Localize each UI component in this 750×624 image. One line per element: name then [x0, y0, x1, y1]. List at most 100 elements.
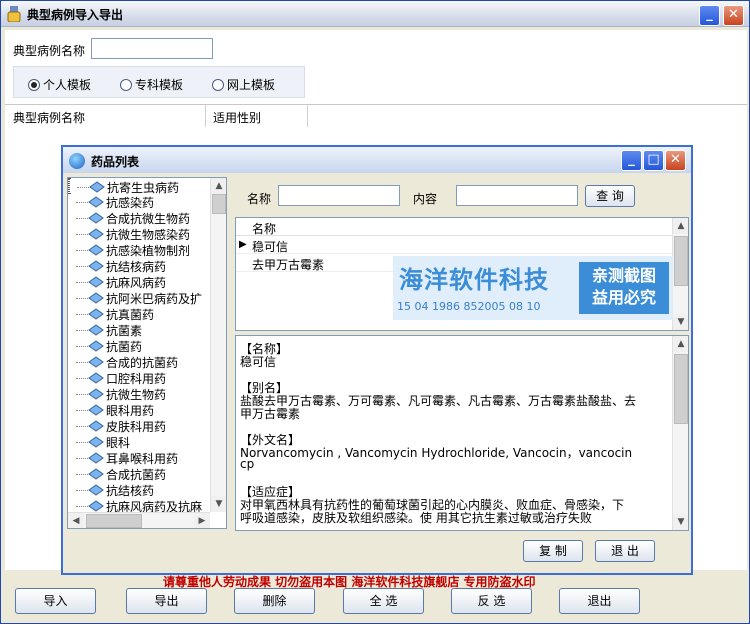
search-content-label: 内容 [413, 192, 438, 206]
list-cell: 去甲万古霉素 [252, 258, 325, 272]
drug-category-icon [88, 452, 104, 464]
list-vertical-scrollbar[interactable]: ▲ ▼ [672, 218, 688, 330]
watermark: 海洋软件科技 15 04 1986 852005 08 10 亲测截图 益用必究 [393, 256, 673, 320]
tree-node-label: 抗微生物药 [106, 388, 167, 402]
drug-category-icon [88, 212, 104, 224]
search-name-input[interactable] [278, 185, 400, 206]
dialog-title: 药品列表 [91, 155, 140, 169]
tree-node-label: 抗阿米巴病药及扩 [106, 292, 203, 306]
radio-label: 个人模板 [43, 78, 92, 92]
template-radio-group: 个人模板 专科模板 网上模板 [13, 66, 305, 98]
dialog-minimize-icon[interactable]: _ [621, 150, 642, 171]
tree-node-label: 合成的抗菌药 [106, 356, 179, 370]
radio-label: 网上模板 [227, 78, 276, 92]
drug-category-icon [88, 244, 104, 256]
detail-line: 稳可信 [240, 355, 277, 369]
case-name-input[interactable] [91, 38, 213, 59]
row-selector-icon: ▶ [239, 239, 247, 250]
drug-category-icon [88, 260, 104, 272]
detail-line: 呼吸道感染，皮肤及软组织感染。使 用其它抗生素过敏或治疗失败 [240, 511, 592, 525]
delete-button[interactable]: 删除 [234, 588, 315, 614]
tree-node-label: 眼科用药 [106, 404, 155, 418]
tree-node-label: 耳鼻喉科用药 [106, 452, 179, 466]
drug-category-icon [88, 420, 104, 432]
dialog-exit-button[interactable]: 退 出 [595, 540, 655, 562]
import-button[interactable]: 导入 [15, 588, 96, 614]
tree-node-label: 抗麻风病药 [106, 276, 167, 290]
tree-node[interactable]: 抗寄生虫病药 [68, 178, 179, 195]
scroll-down-icon[interactable]: ▼ [211, 496, 226, 512]
radio-dot-selected [28, 78, 40, 91]
dialog-close-icon[interactable]: ✕ [665, 150, 686, 171]
title-bar: 典型病例导入导出 _ ✕ [1, 1, 749, 27]
scroll-thumb[interactable] [674, 236, 688, 286]
window-title: 典型病例导入导出 [27, 8, 124, 22]
tree-node-label: 合成抗菌药 [106, 468, 167, 482]
exit-button[interactable]: 退出 [559, 588, 640, 614]
export-button[interactable]: 导出 [126, 588, 207, 614]
scroll-left-icon[interactable]: ◀ [68, 513, 84, 528]
tree-node-label: 抗结核病药 [106, 260, 167, 274]
scroll-up-icon[interactable]: ▲ [673, 218, 688, 234]
drug-category-icon [88, 308, 104, 320]
dialog-app-icon [69, 153, 85, 169]
column-divider [205, 105, 206, 127]
minimize-icon[interactable]: _ [699, 5, 720, 26]
drug-category-icon [88, 324, 104, 336]
radio-personal-template[interactable]: 个人模板 [28, 76, 91, 93]
select-all-button[interactable]: 全 选 [343, 588, 424, 614]
dialog-maximize-icon[interactable]: □ [643, 150, 664, 171]
scroll-up-icon[interactable]: ▲ [211, 178, 226, 194]
tree-horizontal-scrollbar[interactable]: ◀ ▶ [68, 512, 210, 528]
drug-category-icon [88, 228, 104, 240]
radio-specialty-template[interactable]: 专科模板 [120, 76, 183, 93]
tree-node-label: 抗感染药 [106, 196, 155, 210]
tree-node-label: 抗感染植物制剂 [106, 244, 191, 258]
detail-vertical-scrollbar[interactable]: ▲ ▼ [672, 336, 688, 530]
app-icon [7, 6, 21, 22]
scroll-thumb[interactable] [674, 354, 688, 424]
drug-category-icon [88, 468, 104, 480]
drug-category-icon [88, 404, 104, 416]
tree-node-label: 皮肤科用药 [106, 420, 167, 434]
drug-category-icon [88, 340, 104, 352]
query-button[interactable]: 查 询 [585, 185, 635, 207]
column-header-gender[interactable]: 适用性别 [213, 109, 261, 126]
scroll-right-icon[interactable]: ▶ [194, 513, 210, 528]
tree-node-label: 合成抗微生物药 [106, 212, 191, 226]
watermark-badge-line: 亲测截图 [591, 266, 656, 285]
close-icon[interactable]: ✕ [723, 5, 744, 26]
radio-dot [212, 78, 224, 91]
watermark-badge-line: 益用必究 [591, 288, 656, 307]
tree-node-label: 抗菌素 [106, 324, 143, 338]
list-header-name[interactable]: 名称 [252, 220, 276, 237]
drug-category-icon [88, 436, 104, 448]
drug-category-icon [88, 356, 104, 368]
search-content-input[interactable] [456, 185, 578, 206]
drug-category-icon [88, 196, 104, 208]
radio-dot [120, 78, 132, 91]
detail-line: cp [240, 457, 255, 471]
list-row[interactable]: ▶ 稳可信 [236, 236, 672, 254]
search-name-label: 名称 [247, 192, 272, 206]
tree-node-label: 眼科 [106, 436, 131, 450]
scroll-down-icon[interactable]: ▼ [673, 314, 688, 330]
case-name-label: 典型病例名称 [13, 44, 86, 58]
drug-category-tree[interactable]: 抗寄生虫病药 抗感染药 合成抗微生物药 抗微生物感染药 抗感染植物制剂 抗结核病药 抗麻风病… [67, 177, 227, 529]
drug-detail-text[interactable]: 【名称】 稳可信 【别名】 盐酸去甲万古霉素、万可霉素、凡可霉素、凡古霉素、万古霉素盐… [235, 335, 689, 531]
radio-online-template[interactable]: 网上模板 [212, 76, 275, 93]
watermark-badge: 亲测截图 益用必究 [579, 262, 669, 314]
drug-category-icon [88, 292, 104, 304]
tree-vertical-scrollbar[interactable]: ▲ ▼ [210, 178, 226, 512]
tree-node-label: 抗结核药 [106, 484, 155, 498]
tree-node-label: 抗菌药 [106, 340, 143, 354]
case-form: 典型病例名称 个人模板 专科模板 网上模板 [5, 30, 747, 104]
scroll-thumb[interactable] [86, 514, 142, 528]
copy-button[interactable]: 复 制 [523, 540, 583, 562]
column-header-case-name[interactable]: 典型病例名称 [13, 109, 85, 126]
invert-selection-button[interactable]: 反 选 [451, 588, 532, 614]
scroll-thumb[interactable] [212, 194, 226, 214]
scroll-down-icon[interactable]: ▼ [673, 514, 688, 530]
scroll-up-icon[interactable]: ▲ [673, 336, 688, 352]
detail-line: Norvancomycin , Vancomycin Hydrochloride… [240, 446, 633, 460]
